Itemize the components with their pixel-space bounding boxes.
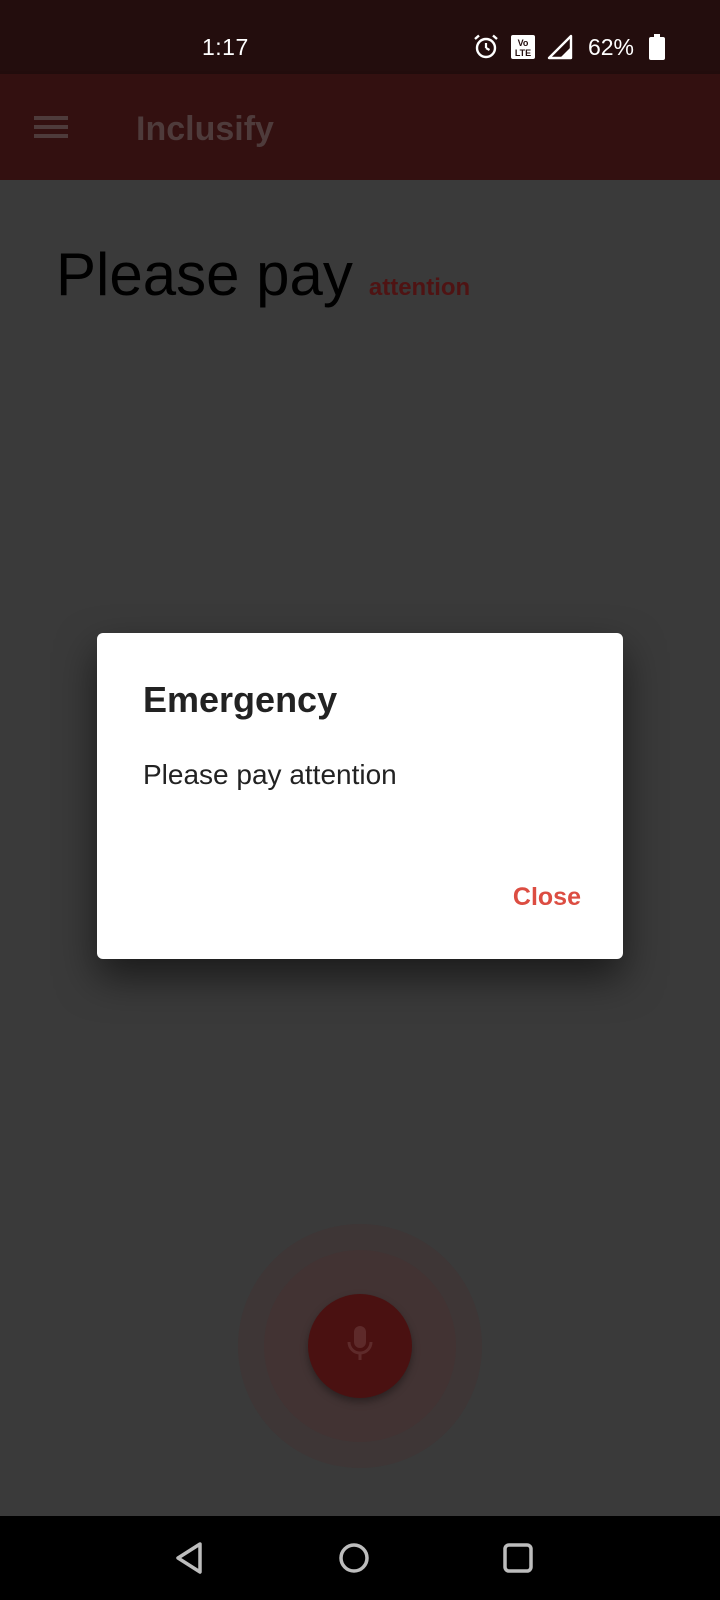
app-title: Inclusify — [136, 110, 274, 148]
volte-icon: Vo LTE — [510, 33, 536, 61]
transcript-highlight-word: attention — [368, 274, 471, 301]
emergency-dialog: Emergency Please pay attention Close — [97, 633, 623, 959]
dialog-message: Please pay attention — [143, 759, 397, 790]
system-nav-bar — [0, 1516, 720, 1600]
recents-icon[interactable] — [498, 1538, 538, 1578]
dialog-title: Emergency — [143, 679, 338, 720]
back-icon[interactable] — [170, 1538, 210, 1578]
home-icon[interactable] — [334, 1538, 374, 1578]
battery-icon — [648, 33, 666, 61]
battery-percent: 62% — [587, 33, 634, 60]
volte-text-bottom: LTE — [515, 48, 531, 58]
close-button[interactable]: Close — [511, 879, 583, 916]
microphone-icon — [344, 1324, 376, 1369]
status-bar: 1:17 Vo LTE 62% — [0, 0, 720, 74]
signal-icon — [546, 33, 574, 61]
status-icons: Vo LTE 62% — [472, 30, 666, 64]
hamburger-menu-icon[interactable] — [30, 108, 74, 146]
mic-button[interactable] — [308, 1294, 412, 1398]
status-time: 1:17 — [202, 34, 249, 60]
alarm-icon — [472, 33, 500, 61]
transcript-text: Please pay — [56, 241, 353, 308]
transcript: Please pay attention — [56, 240, 470, 309]
volte-text-top: Vo — [518, 38, 529, 48]
app-bar: Inclusify — [0, 74, 720, 180]
